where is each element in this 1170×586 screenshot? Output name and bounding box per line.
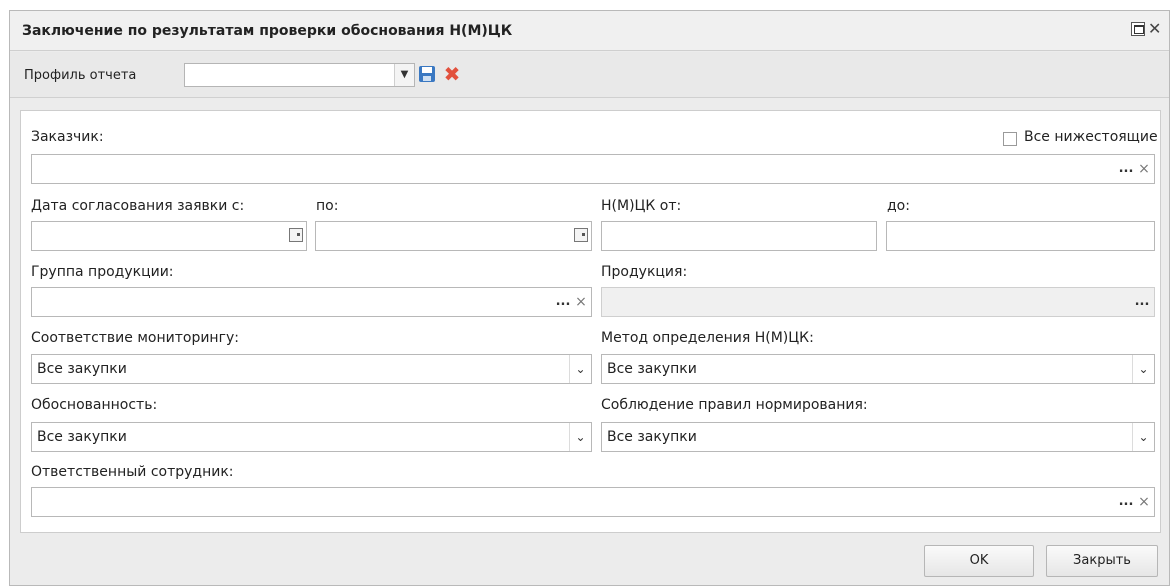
norm-rules-label: Соблюдение правил нормирования: [601,397,868,413]
approval-date-to-input[interactable] [315,221,592,251]
nmck-method-value: Все закупки [607,361,697,377]
chevron-down-icon[interactable]: ⌄ [569,355,591,383]
product-label: Продукция: [601,264,688,280]
all-subordinate-label: Все нижестоящие [1024,129,1158,145]
product-select-button: ... [1134,294,1150,309]
monitoring-value: Все закупки [37,361,127,377]
nmck-method-label: Метод определения Н(М)ЦК: [601,330,814,346]
product-group-label: Группа продукции: [31,264,174,280]
close-icon[interactable]: ✕ [1148,21,1162,37]
nmck-from-input[interactable] [601,221,877,251]
customer-label: Заказчик: [31,129,104,145]
monitoring-select[interactable]: Все закупки ⌄ [31,354,592,384]
chevron-down-icon[interactable]: ⌄ [1132,355,1154,383]
chevron-down-icon[interactable]: ▼ [394,64,414,86]
responsible-select-button[interactable]: ... [1116,491,1136,515]
nmck-method-select[interactable]: Все закупки ⌄ [601,354,1155,384]
dialog-window: Заключение по результатам проверки обосн… [9,10,1170,586]
product-field: ... [601,287,1155,317]
chevron-down-icon[interactable]: ⌄ [1132,423,1154,451]
nmck-from-label: Н(М)ЦК от: [601,198,682,214]
customer-field[interactable]: ... × [31,154,1155,184]
title-bar: Заключение по результатам проверки обосн… [10,11,1169,51]
justification-value: Все закупки [37,429,127,445]
profile-select[interactable]: ▼ [184,63,415,87]
chevron-down-icon[interactable]: ⌄ [569,423,591,451]
responsible-clear-button[interactable]: × [1136,491,1152,515]
ok-button[interactable]: OK [924,545,1034,577]
customer-select-button[interactable]: ... [1116,158,1136,182]
window-title: Заключение по результатам проверки обосн… [22,23,513,39]
product-group-field[interactable]: ... × [31,287,592,317]
approval-date-from-input[interactable] [31,221,307,251]
approval-date-from-label: Дата согласования заявки с: [31,198,245,214]
calendar-icon[interactable] [289,228,303,242]
close-button[interactable]: Закрыть [1046,545,1158,577]
justification-select[interactable]: Все закупки ⌄ [31,422,592,452]
norm-rules-select[interactable]: Все закупки ⌄ [601,422,1155,452]
profile-label: Профиль отчета [24,68,137,83]
approval-date-to-label: по: [316,198,339,214]
customer-clear-button[interactable]: × [1136,158,1152,182]
justification-label: Обоснованность: [31,397,158,413]
delete-icon[interactable]: ✖ [442,64,462,84]
monitoring-label: Соответствие мониторингу: [31,330,239,346]
all-subordinate-checkbox[interactable] [1003,132,1017,146]
norm-rules-value: Все закупки [607,429,697,445]
responsible-label: Ответственный сотрудник: [31,464,234,480]
responsible-field[interactable]: ... × [31,487,1155,517]
save-icon[interactable] [418,65,436,83]
nmck-to-label: до: [887,198,910,214]
filter-form: Заказчик: Все нижестоящие ... × Дата сог… [20,110,1161,533]
product-group-clear-button[interactable]: × [573,291,589,315]
nmck-to-input[interactable] [886,221,1155,251]
calendar-icon[interactable] [574,228,588,242]
product-group-select-button[interactable]: ... [553,291,573,315]
profile-toolbar: Профиль отчета ▼ ✖ [10,52,1169,98]
maximize-icon[interactable] [1131,22,1145,36]
